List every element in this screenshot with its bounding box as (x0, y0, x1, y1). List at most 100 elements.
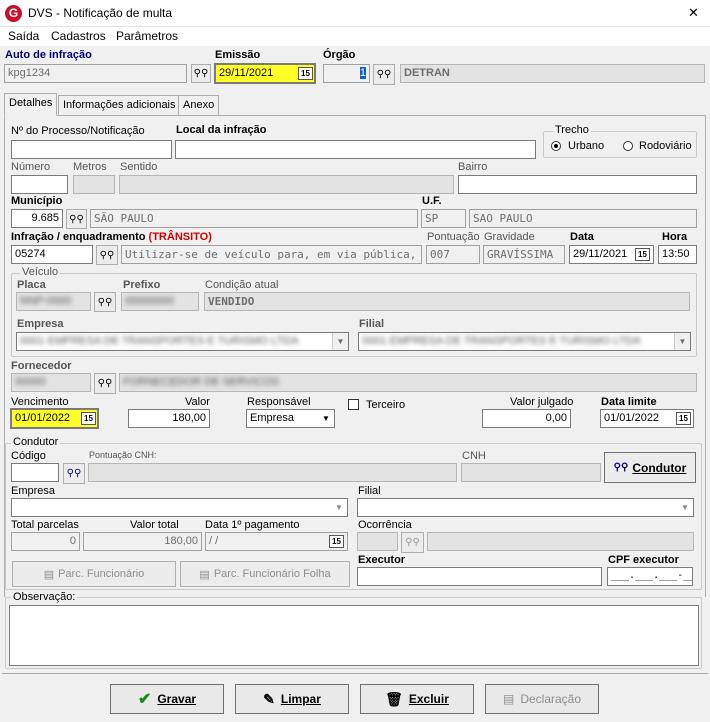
bairro-input[interactable] (458, 175, 697, 194)
rodoviario-radio[interactable] (623, 141, 633, 151)
valor-julgado-input[interactable]: 0,00 (482, 409, 571, 428)
processo-input[interactable] (11, 140, 172, 159)
ocorrencia-desc-field (427, 532, 694, 551)
uf-label: U.F. (422, 195, 442, 207)
responsavel-select[interactable]: Empresa ▼ (246, 409, 335, 428)
condutor-empresa-select[interactable]: ▼ (11, 498, 348, 517)
binoculars-icon: ⚲⚲ (376, 69, 392, 80)
codigo-search-button[interactable]: ⚲⚲ (63, 463, 85, 484)
tab-detalhes[interactable]: Detalhes (4, 93, 58, 116)
calendar-icon[interactable]: 15 (635, 248, 650, 261)
menu-saida[interactable]: Saída (8, 29, 39, 43)
responsavel-label: Responsável (247, 396, 311, 408)
auto-infracao-input[interactable]: kpg1234 (4, 64, 187, 83)
hora-input[interactable]: 13:50 (658, 245, 697, 264)
placa-label: Placa (17, 279, 46, 291)
veiculo-filial-select[interactable]: 0001 EMPRESA DE TRANSPORTES E TURISMO LT… (358, 332, 691, 351)
fornecedor-name-field: FORNECEDOR DE SERVICOS (119, 373, 697, 392)
condicao-label: Condição atual (205, 279, 279, 291)
tab-anexo[interactable]: Anexo (178, 95, 220, 115)
placa-field[interactable]: NNP-0000 (16, 292, 91, 311)
ocorrencia-label: Ocorrência (358, 519, 412, 531)
data-pagamento-field[interactable]: / / (205, 532, 348, 551)
condutor-empresa-label: Empresa (11, 485, 56, 497)
window-title: DVS - Notificação de multa (28, 6, 173, 20)
document-icon: ▤ (502, 692, 515, 706)
binoculars-icon: ⚲⚲ (69, 213, 84, 225)
orgao-search-button[interactable]: ⚲⚲ (373, 64, 395, 85)
terceiro-checkbox[interactable] (348, 399, 359, 410)
metros-label: Metros (73, 161, 107, 173)
fornecedor-code-field[interactable]: 00000 (11, 373, 91, 392)
gravar-button[interactable]: ✔ Gravar (110, 684, 224, 714)
binoculars-icon: ⚲⚲ (99, 249, 115, 261)
menu-parametros[interactable]: Parâmetros (116, 29, 178, 43)
trecho-label: Trecho (553, 124, 591, 136)
infracao-code-input[interactable]: 05274 (11, 245, 93, 264)
sentido-input[interactable] (119, 175, 454, 194)
bairro-label: Bairro (458, 161, 488, 173)
fornecedor-search-button[interactable]: ⚲⚲ (94, 373, 116, 394)
cnh-field (461, 463, 601, 482)
valor-total-label: Valor total (130, 519, 179, 531)
condutor-filial-select[interactable]: ▼ (357, 498, 694, 517)
local-input[interactable] (175, 140, 536, 159)
title-bar: G DVS - Notificação de multa ✕ (0, 0, 710, 27)
uf-name-field: SAO PAULO (469, 209, 697, 228)
observacao-textarea[interactable] (9, 605, 699, 666)
tab-informacoes-adicionais[interactable]: Informações adicionais (58, 95, 181, 115)
document-icon: ▤ (199, 568, 210, 581)
binoculars-icon: ⚲⚲ (97, 378, 113, 389)
parc-funcionario-button[interactable]: ▤ Parc. Funcionário (12, 561, 176, 587)
municipio-code-input[interactable]: 9.685 (11, 209, 63, 228)
orgao-code-input[interactable]: 1 (323, 64, 370, 83)
total-parcelas-field: 0 (11, 532, 80, 551)
declaracao-button[interactable]: ▤ Declaração (485, 684, 599, 714)
urbano-label: Urbano (568, 140, 605, 152)
ocorrencia-code-field[interactable] (357, 532, 398, 551)
municipio-search-button[interactable]: ⚲⚲ (66, 209, 87, 229)
valor-input[interactable]: 180,00 (128, 409, 210, 428)
binoculars-icon: ⚲⚲ (66, 468, 82, 479)
hora-label: Hora (662, 231, 688, 243)
infracao-search-button[interactable]: ⚲⚲ (96, 245, 118, 265)
veiculo-empresa-select[interactable]: 0001 EMPRESA DE TRANSPORTES E TURISMO LT… (16, 332, 349, 351)
calendar-icon[interactable]: 15 (676, 412, 691, 425)
auto-search-button[interactable]: ⚲⚲ (191, 64, 211, 83)
total-parcelas-label: Total parcelas (11, 519, 79, 531)
veiculo-label: Veículo (20, 266, 61, 278)
binoculars-icon: ⚲⚲ (405, 537, 420, 548)
urbano-radio[interactable] (551, 141, 561, 151)
calendar-icon[interactable]: 15 (81, 412, 96, 425)
data-pagamento-label: Data 1º pagamento (205, 519, 300, 531)
codigo-label: Código (11, 450, 46, 462)
ocorrencia-search-button[interactable]: ⚲⚲ (401, 532, 424, 553)
prefixo-field[interactable]: 00000000 (121, 292, 199, 311)
municipio-name-field: SÃO PAULO (90, 209, 418, 228)
excluir-button[interactable]: 🗑 Excluir (360, 684, 474, 714)
limpar-button[interactable]: ✎ Limpar (235, 684, 349, 714)
observacao-label: Observação: (11, 591, 78, 603)
cpf-executor-input[interactable]: ___.___.___-__ (607, 567, 693, 586)
parc-funcionario-folha-button[interactable]: ▤ Parc. Funcionário Folha (180, 561, 350, 587)
condicao-field: VENDIDO (204, 292, 690, 311)
executor-label: Executor (358, 554, 406, 566)
calendar-icon[interactable]: 15 (298, 67, 313, 80)
condutor-group-label: Condutor (11, 436, 61, 448)
veiculo-empresa-label: Empresa (17, 318, 64, 330)
placa-search-button[interactable]: ⚲⚲ (94, 292, 116, 312)
menu-cadastros[interactable]: Cadastros (51, 29, 106, 43)
sentido-label: Sentido (120, 161, 158, 173)
pontuacao-label: Pontuação (427, 231, 480, 243)
executor-input[interactable] (357, 567, 602, 586)
codigo-input[interactable] (11, 463, 59, 482)
cnh-label: CNH (462, 450, 486, 462)
orgao-name-field: DETRAN (400, 64, 705, 83)
calendar-icon[interactable]: 15 (329, 535, 344, 548)
numero-input[interactable] (11, 175, 68, 194)
gravidade-label: Gravidade (484, 231, 535, 243)
condutor-button[interactable]: ⚲⚲ Condutor (604, 452, 696, 483)
metros-input[interactable] (73, 175, 115, 194)
close-icon[interactable]: ✕ (688, 5, 699, 21)
cpf-executor-label: CPF executor (608, 554, 679, 566)
